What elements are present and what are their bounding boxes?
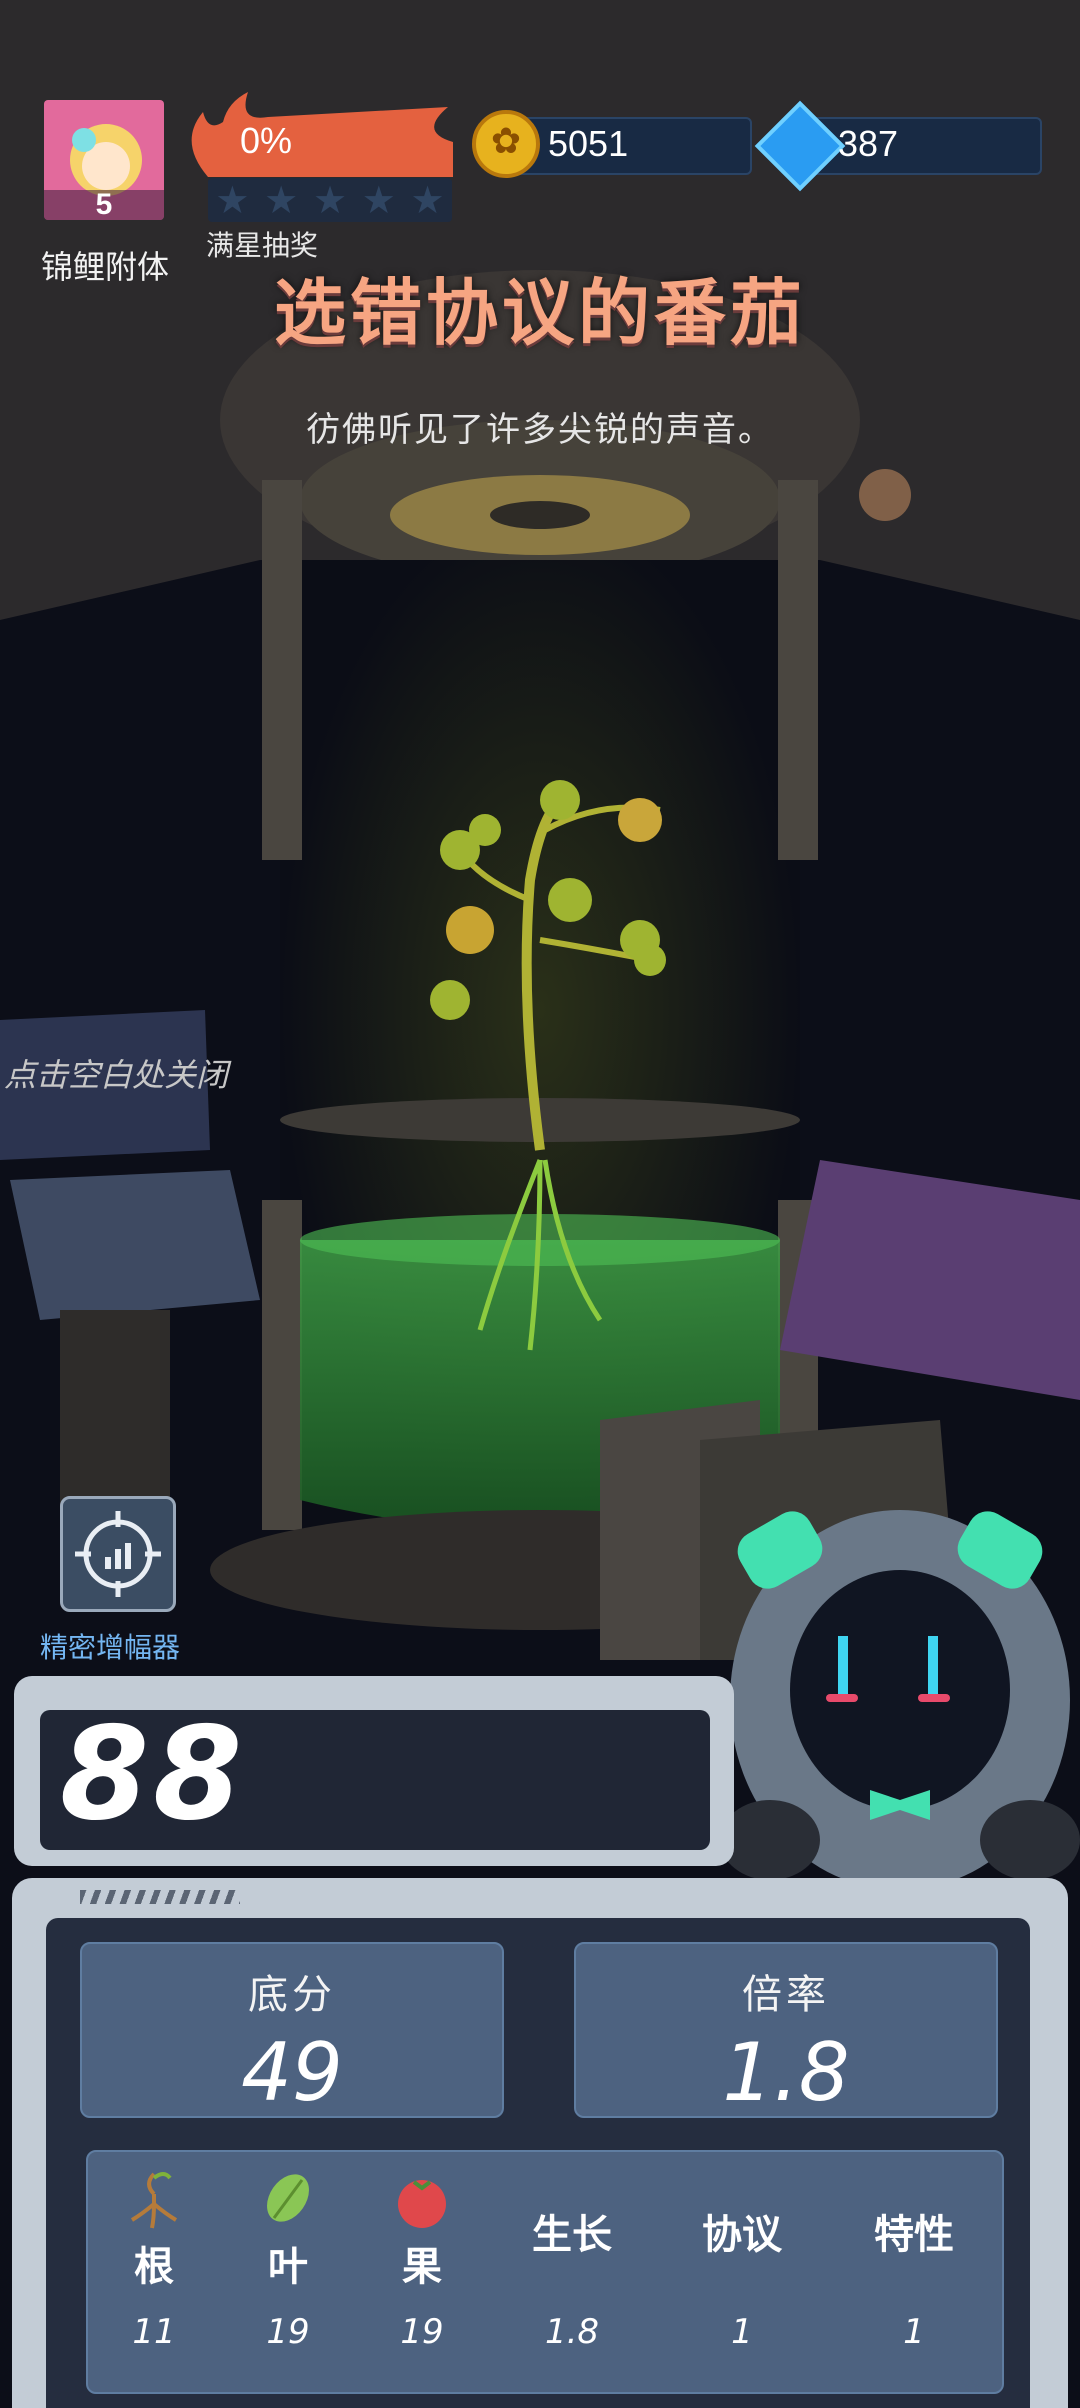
leaf-icon <box>267 2174 309 2222</box>
star-icon: ★ <box>361 178 396 222</box>
multiplier-label: 倍率 <box>742 1972 830 2018</box>
attr-label: 叶 <box>268 2244 308 2290</box>
tomato-icon <box>398 2180 446 2228</box>
result-title: 选错协议的番茄 <box>273 271 806 355</box>
attr-value: 19 <box>400 2312 444 2352</box>
result-subtitle: 彷佛听见了许多尖锐的声音。 <box>306 410 774 450</box>
panel-stripe <box>80 1890 240 1904</box>
attr-protocol: 协议 1 <box>682 2202 802 2352</box>
base-score-box: 底分 49 <box>80 1942 504 2119</box>
multiplier-value: 1.8 <box>722 2026 850 2119</box>
attr-value: 1 <box>731 2312 753 2352</box>
gold-coin-icon: ✿ <box>472 110 540 178</box>
attr-value: 1.8 <box>544 2312 600 2352</box>
total-score: 88 <box>60 1700 247 1849</box>
base-score-label: 底分 <box>248 1972 336 2018</box>
attr-root: 根 11 <box>94 2152 214 2352</box>
fire-icon <box>191 92 454 177</box>
multiplier-box: 倍率 1.8 <box>574 1942 998 2119</box>
attr-label: 协议 <box>702 2212 782 2258</box>
avatar-level: 5 <box>44 190 164 220</box>
star-draw-progress: 0% <box>240 120 293 161</box>
star-icon: ★ <box>410 178 445 222</box>
gem-value: 387 <box>838 123 899 164</box>
base-score-value: 49 <box>241 2026 343 2119</box>
attr-value: 11 <box>132 2312 176 2352</box>
star-icon: ★ <box>264 178 299 222</box>
attr-label: 果 <box>402 2244 442 2290</box>
star-progress-row: ★ ★ ★ ★ ★ <box>208 178 452 222</box>
attr-label: 根 <box>134 2244 174 2290</box>
attr-trait: 特性 1 <box>854 2202 974 2352</box>
star-icon: ★ <box>312 178 348 222</box>
close-hint: 点击空白处关闭 <box>4 1056 229 1094</box>
attr-growth: 生长 1.8 <box>512 2202 632 2352</box>
precision-amplifier-button[interactable] <box>60 1496 176 1612</box>
attr-value: 1 <box>903 2312 925 2352</box>
game-scene[interactable]: 5 锦鲤附体 0% ★ ★ ★ ★ ★ 满星抽奖 ✿ 5051 387 选错协议… <box>0 0 1080 2408</box>
gold-value: 5051 <box>548 123 629 164</box>
attr-leaf: 叶 19 <box>228 2152 348 2352</box>
target-chart-icon <box>75 1511 161 1597</box>
root-icon <box>130 2172 178 2229</box>
star-icon: ★ <box>215 178 250 222</box>
attributes-box: 根 11 叶 19 果 19 生长 1.8 协议 1 特性 1 <box>86 2150 1004 2394</box>
attr-label: 特性 <box>874 2212 954 2258</box>
attr-fruit: 果 19 <box>362 2152 482 2352</box>
player-avatar[interactable]: 5 <box>44 100 164 220</box>
amplifier-label: 精密增幅器 <box>40 1631 181 1664</box>
attr-label: 生长 <box>532 2212 612 2258</box>
attr-value: 19 <box>266 2312 310 2352</box>
